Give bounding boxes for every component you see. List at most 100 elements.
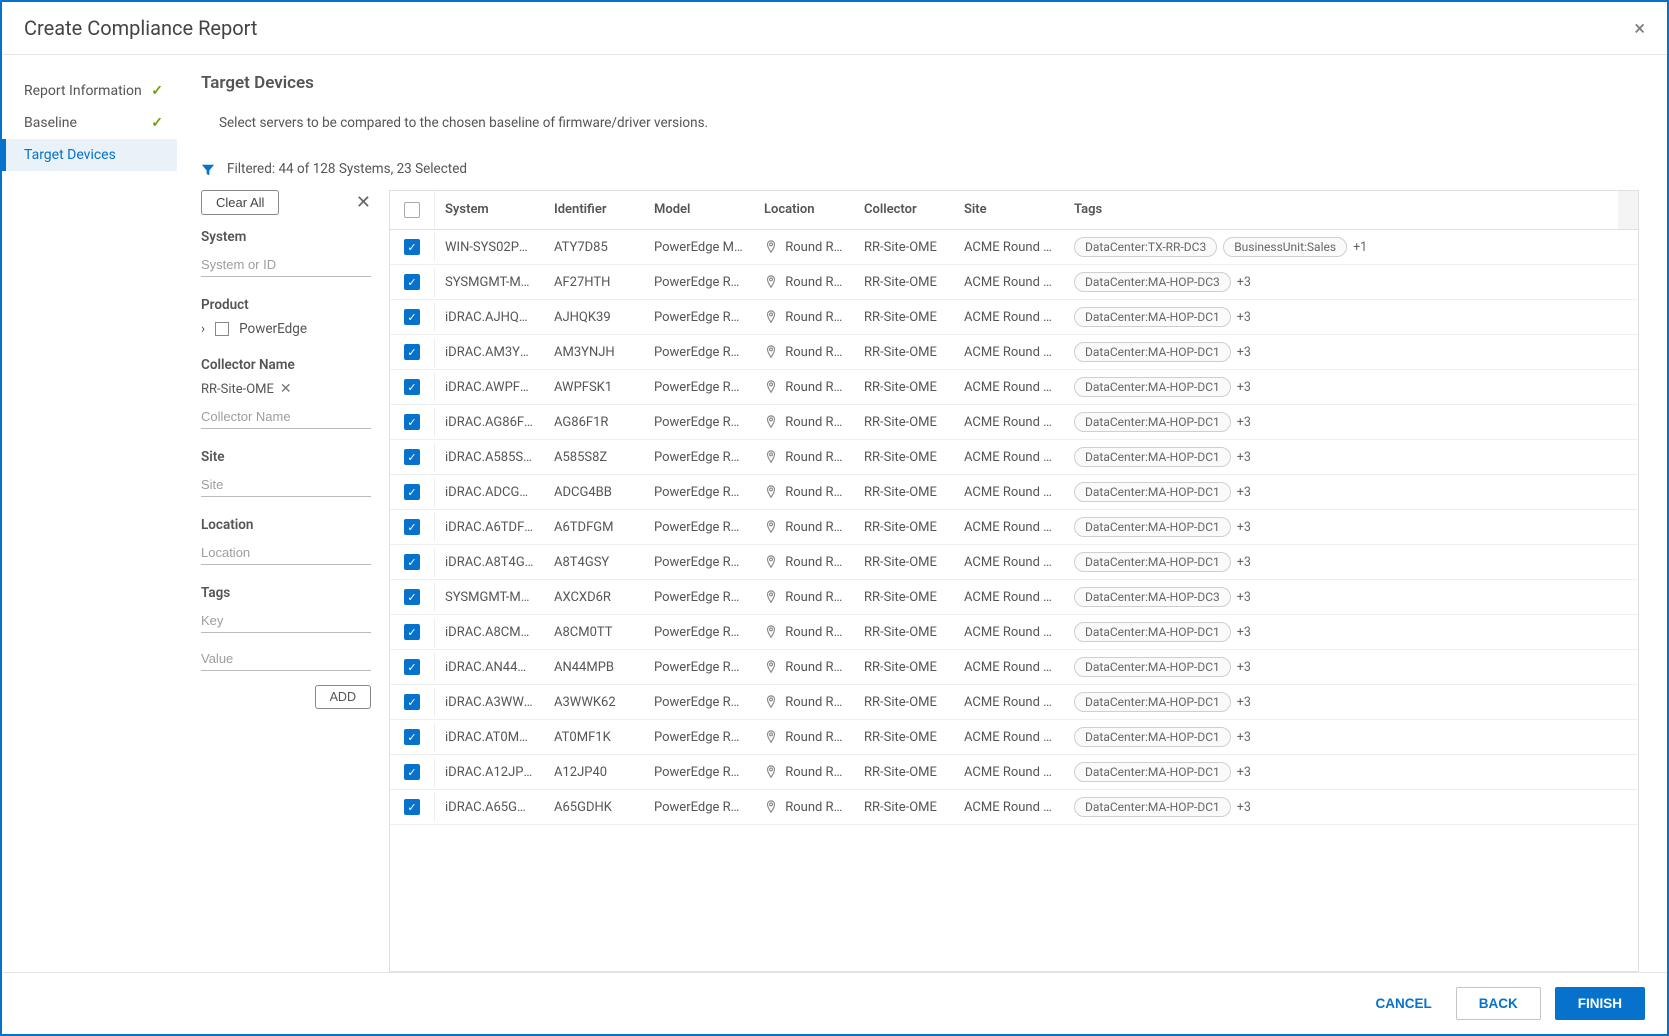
table-body[interactable]: ✓WIN-SYS02PE1...ATY7D85PowerEdge M... Ro… [390, 230, 1638, 971]
checkbox-checked-icon: ✓ [404, 239, 420, 255]
cell-tags: DataCenter:MA-HOP-DC1+3 [1064, 300, 1638, 334]
cell-location: Round Roc... [754, 408, 854, 437]
cell-site: ACME Round R... [954, 653, 1064, 682]
row-checkbox-cell[interactable]: ✓ [390, 757, 434, 787]
location-input[interactable] [201, 541, 371, 565]
row-checkbox-cell[interactable]: ✓ [390, 652, 434, 682]
checkbox-checked-icon: ✓ [404, 309, 420, 325]
tag-chip: DataCenter:MA-HOP-DC1 [1074, 657, 1231, 677]
table-row[interactable]: ✓iDRAC.ADCG4B...ADCG4BBPowerEdge R7... R… [390, 475, 1638, 510]
row-checkbox-cell[interactable]: ✓ [390, 442, 434, 472]
table-row[interactable]: ✓iDRAC.AM3YN...AM3YNJHPowerEdge R7... Ro… [390, 335, 1638, 370]
tag-more[interactable]: +1 [1353, 240, 1367, 255]
cell-system: iDRAC.A3WWK... [434, 688, 544, 717]
collector-input[interactable] [201, 405, 371, 429]
tag-chip: DataCenter:MA-HOP-DC1 [1074, 482, 1231, 502]
content-row: Clear All ✕ System Product › PowerEdge [201, 190, 1639, 972]
col-location[interactable]: Location [754, 191, 854, 229]
tag-more[interactable]: +3 [1237, 450, 1251, 465]
tag-more[interactable]: +3 [1237, 380, 1251, 395]
cell-tags: DataCenter:MA-HOP-DC1+3 [1064, 615, 1638, 649]
col-system[interactable]: System [434, 191, 544, 229]
table-row[interactable]: ✓iDRAC.AN44M...AN44MPBPowerEdge R7... Ro… [390, 650, 1638, 685]
table-row[interactable]: ✓iDRAC.AJHQK3...AJHQK39PowerEdge R7... R… [390, 300, 1638, 335]
table-row[interactable]: ✓iDRAC.A585S8...A585S8ZPowerEdge R7... R… [390, 440, 1638, 475]
close-icon[interactable]: × [1634, 18, 1645, 38]
row-checkbox-cell[interactable]: ✓ [390, 792, 434, 822]
tag-more[interactable]: +3 [1237, 765, 1251, 780]
row-checkbox-cell[interactable]: ✓ [390, 617, 434, 647]
col-identifier[interactable]: Identifier [544, 191, 644, 229]
tag-more[interactable]: +3 [1237, 310, 1251, 325]
table-row[interactable]: ✓iDRAC.A3WWK...A3WWK62PowerEdge R7... Ro… [390, 685, 1638, 720]
table-row[interactable]: ✓iDRAC.AG86F1...AG86F1RPowerEdge R7... R… [390, 405, 1638, 440]
cell-identifier: A12JP40 [544, 758, 644, 787]
cell-collector: RR-Site-OME [854, 758, 954, 787]
table-row[interactable]: ✓SYSMGMT-ML-...AXCXD6RPowerEdge R6... Ro… [390, 580, 1638, 615]
cell-site: ACME Round R... [954, 513, 1064, 542]
product-tree-row[interactable]: › PowerEdge [201, 321, 371, 337]
back-button[interactable]: BACK [1456, 987, 1541, 1020]
cell-collector: RR-Site-OME [854, 233, 954, 262]
cell-location: Round Roc... [754, 618, 854, 647]
header-checkbox-cell[interactable] [390, 191, 434, 229]
tag-more[interactable]: +3 [1237, 485, 1251, 500]
tag-value-input[interactable] [201, 647, 371, 671]
table-row[interactable]: ✓iDRAC.A8T4GS...A8T4GSYPowerEdge R7... R… [390, 545, 1638, 580]
finish-button[interactable]: FINISH [1555, 987, 1645, 1020]
close-filters-icon[interactable]: ✕ [356, 192, 371, 213]
tag-key-input[interactable] [201, 609, 371, 633]
table-row[interactable]: ✓SYSMGMT-ML-...AF27HTHPowerEdge R7... Ro… [390, 265, 1638, 300]
row-checkbox-cell[interactable]: ✓ [390, 372, 434, 402]
cancel-button[interactable]: CANCEL [1365, 988, 1441, 1019]
tag-chip: DataCenter:MA-HOP-DC1 [1074, 342, 1231, 362]
row-checkbox-cell[interactable]: ✓ [390, 302, 434, 332]
col-collector[interactable]: Collector [854, 191, 954, 229]
tag-more[interactable]: +3 [1237, 520, 1251, 535]
checkbox-checked-icon: ✓ [404, 484, 420, 500]
site-input[interactable] [201, 473, 371, 497]
table-row[interactable]: ✓iDRAC.A12JP4...A12JP40PowerEdge R7... R… [390, 755, 1638, 790]
tag-more[interactable]: +3 [1237, 275, 1251, 290]
row-checkbox-cell[interactable]: ✓ [390, 477, 434, 507]
cell-collector: RR-Site-OME [854, 723, 954, 752]
row-checkbox-cell[interactable]: ✓ [390, 722, 434, 752]
table-row[interactable]: ✓iDRAC.A65GDH...A65GDHKPowerEdge R7... R… [390, 790, 1638, 825]
tag-more[interactable]: +3 [1237, 555, 1251, 570]
table-row[interactable]: ✓iDRAC.AWPFS...AWPFSK1PowerEdge R7... Ro… [390, 370, 1638, 405]
tag-more[interactable]: +3 [1237, 590, 1251, 605]
filter-icon[interactable] [201, 159, 215, 178]
row-checkbox-cell[interactable]: ✓ [390, 687, 434, 717]
row-checkbox-cell[interactable]: ✓ [390, 407, 434, 437]
tag-more[interactable]: +3 [1237, 695, 1251, 710]
remove-chip-icon[interactable]: ✕ [280, 381, 292, 397]
table-row[interactable]: ✓iDRAC.A6TDFG...A6TDFGMPowerEdge R7... R… [390, 510, 1638, 545]
clear-all-button[interactable]: Clear All [201, 190, 279, 215]
step-target-devices[interactable]: Target Devices [2, 139, 177, 171]
tag-more[interactable]: +3 [1237, 660, 1251, 675]
tag-more[interactable]: +3 [1237, 800, 1251, 815]
step-baseline[interactable]: Baseline ✓ [2, 107, 177, 139]
tag-more[interactable]: +3 [1237, 345, 1251, 360]
tag-more[interactable]: +3 [1237, 415, 1251, 430]
table-row[interactable]: ✓iDRAC.A8CM0...A8CM0TTPowerEdge R7... Ro… [390, 615, 1638, 650]
row-checkbox-cell[interactable]: ✓ [390, 547, 434, 577]
cell-identifier: AT0MF1K [544, 723, 644, 752]
row-checkbox-cell[interactable]: ✓ [390, 267, 434, 297]
col-model[interactable]: Model [644, 191, 754, 229]
table-row[interactable]: ✓WIN-SYS02PE1...ATY7D85PowerEdge M... Ro… [390, 230, 1638, 265]
row-checkbox-cell[interactable]: ✓ [390, 337, 434, 367]
product-checkbox[interactable] [215, 322, 229, 336]
cell-tags: DataCenter:MA-HOP-DC1+3 [1064, 405, 1638, 439]
tag-more[interactable]: +3 [1237, 625, 1251, 640]
tag-more[interactable]: +3 [1237, 730, 1251, 745]
row-checkbox-cell[interactable]: ✓ [390, 582, 434, 612]
system-input[interactable] [201, 253, 371, 277]
row-checkbox-cell[interactable]: ✓ [390, 512, 434, 542]
col-tags[interactable]: Tags [1064, 191, 1618, 229]
add-tag-button[interactable]: ADD [315, 685, 371, 709]
row-checkbox-cell[interactable]: ✓ [390, 232, 434, 262]
table-row[interactable]: ✓iDRAC.AT0MF1...AT0MF1KPowerEdge R7... R… [390, 720, 1638, 755]
col-site[interactable]: Site [954, 191, 1064, 229]
step-report-information[interactable]: Report Information ✓ [2, 75, 177, 107]
